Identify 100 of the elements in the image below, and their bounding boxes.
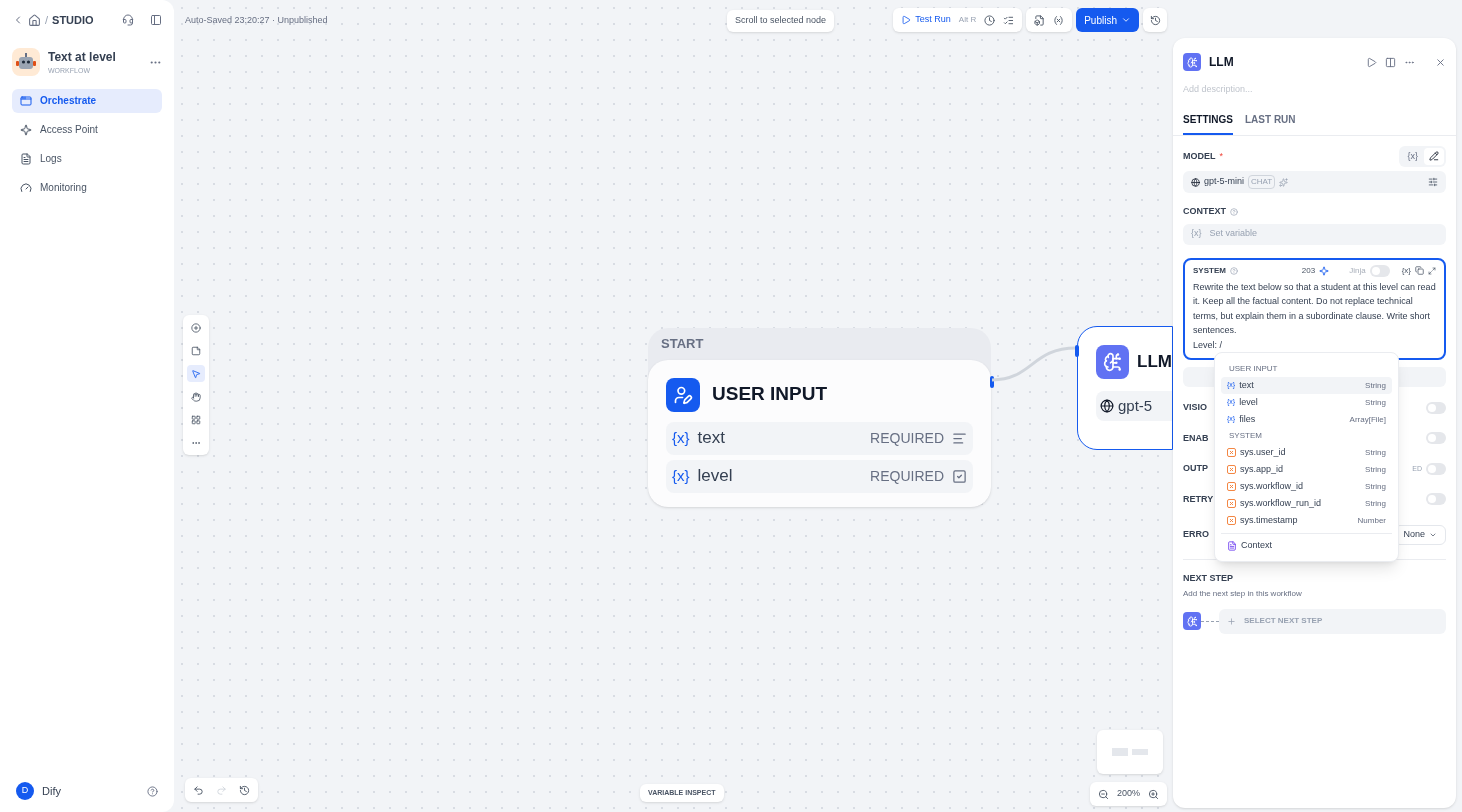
toggle-switch[interactable] (1426, 493, 1446, 506)
system-variable-icon (1227, 516, 1236, 525)
system-variable-icon (1227, 499, 1236, 508)
toggle-switch[interactable] (1369, 264, 1390, 277)
nav-item[interactable]: Logs (12, 146, 162, 171)
app-name: Text at level (48, 49, 117, 66)
chevron-down-icon (1121, 15, 1131, 25)
pencil-icon (1429, 150, 1439, 161)
tab[interactable]: LAST RUN (1245, 111, 1296, 135)
variable-icon: {x} (1191, 227, 1202, 241)
menu-item[interactable]: sys.app_id String (1221, 461, 1392, 478)
help-icon[interactable] (147, 785, 158, 797)
section-label: NEXT STEP (1182, 572, 1234, 585)
section-label: OUTP (1183, 462, 1208, 475)
publish-button[interactable]: Publish (1076, 8, 1139, 32)
brain-icon (1096, 345, 1130, 379)
node-handle[interactable] (1075, 345, 1079, 357)
menu-item[interactable]: sys.workflow_run_id String (1221, 495, 1392, 512)
split-view-icon[interactable] (1385, 56, 1396, 68)
help-icon (1230, 207, 1238, 216)
menu-item[interactable]: sys.user_id String (1221, 444, 1392, 461)
model-tag: CHAT (1248, 175, 1276, 189)
scroll-to-node-button[interactable]: Scroll to selected node (727, 10, 835, 32)
expand-icon[interactable] (1428, 266, 1436, 275)
history-icon[interactable] (239, 784, 250, 796)
panel-title: LLM (1209, 54, 1235, 71)
node-header: START (660, 335, 705, 353)
variable-name: text (1239, 378, 1255, 392)
llm-node[interactable]: LLM gpt-5 (1077, 326, 1173, 450)
toggle-switch[interactable] (1426, 462, 1446, 475)
breadcrumb-label[interactable]: STUDIO (52, 11, 94, 29)
section-label: ERRO (1183, 528, 1209, 542)
variable-icon[interactable] (1053, 14, 1065, 26)
variable-type: String (1365, 497, 1386, 510)
variable-name: sys.app_id (1240, 462, 1285, 476)
test-run-button[interactable]: Test Run (901, 13, 951, 27)
nav-item[interactable]: Monitoring (12, 175, 162, 200)
variable-name: sys.user_id (1240, 445, 1287, 459)
variable-type: String (1365, 446, 1386, 459)
minimap (1097, 730, 1163, 774)
sparkle-icon[interactable] (1319, 265, 1330, 276)
toggle-switch[interactable] (1426, 401, 1446, 414)
jinja-label: Jinja (1349, 264, 1366, 277)
variable-name: sys.workflow_run_id (1240, 496, 1323, 510)
system-prompt-editor[interactable] (1183, 257, 1446, 360)
logs-icon (20, 152, 32, 165)
required-mark: * (1219, 149, 1224, 163)
model-provider-icon (1191, 177, 1200, 187)
collapse-sidebar-icon[interactable] (150, 14, 162, 26)
model-selector[interactable]: gpt-5-mini CHAT (1183, 171, 1446, 193)
menu-item[interactable]: sys.timestamp Number (1221, 512, 1392, 529)
run-icon[interactable] (1366, 56, 1377, 68)
edit-toggle[interactable] (1424, 147, 1444, 165)
variable-icon: {x} (672, 464, 690, 488)
variable-name: sys.timestamp (1240, 513, 1299, 527)
nav-item[interactable]: Orchestrate (12, 88, 162, 113)
section-label: VISIO (1183, 401, 1207, 414)
user-avatar[interactable]: D (16, 782, 34, 800)
insert-variable-button[interactable]: {x} (1401, 264, 1411, 277)
undo-icon[interactable] (193, 784, 204, 796)
separator: / (45, 12, 49, 28)
brain-icon (1183, 612, 1201, 630)
nav-item[interactable]: Access Point (12, 117, 162, 142)
tab[interactable]: SETTINGS (1183, 111, 1233, 135)
zoom-out-icon[interactable] (1097, 788, 1109, 800)
clock-icon[interactable] (984, 14, 996, 26)
variable-type: String (1365, 463, 1386, 476)
copy-icon[interactable] (1415, 266, 1424, 275)
section-label: RETRY (1183, 492, 1214, 506)
checklist-icon[interactable] (1003, 14, 1015, 26)
node-handle[interactable] (990, 376, 994, 388)
start-node[interactable]: START USER INPUT {x} text REQUIRED {x} level REQUIRED (648, 328, 991, 507)
menu-group-title: SYSTEM (1228, 430, 1263, 442)
required-label: REQUIRED (870, 466, 944, 486)
menu-item[interactable]: sys.workflow_id String (1221, 478, 1392, 495)
system-variable-icon (1227, 465, 1236, 474)
support-icon[interactable] (122, 14, 134, 26)
chevron-down-icon (1429, 531, 1437, 539)
variable-name: level (1239, 395, 1259, 409)
help-icon (1229, 266, 1238, 275)
zoom-in-icon[interactable] (1148, 788, 1159, 800)
robot-icon (16, 53, 36, 72)
toggle-switch[interactable] (1426, 432, 1446, 445)
close-icon[interactable] (1435, 56, 1446, 68)
character-count: 203 (1301, 264, 1316, 277)
node-title: LLM (1137, 351, 1172, 374)
zoom-level[interactable]: 200% (1116, 787, 1140, 801)
brain-icon (1183, 53, 1201, 71)
variable-name: sys.workflow_id (1240, 479, 1305, 493)
history-button[interactable] (1143, 8, 1167, 32)
pointer-tool-icon[interactable] (187, 365, 205, 382)
context-option[interactable]: Context (1241, 539, 1273, 553)
history-icon (1149, 14, 1161, 26)
required-label: REQUIRED (870, 428, 944, 448)
home-icon[interactable] (28, 13, 41, 27)
parameters-icon[interactable] (1428, 177, 1438, 187)
variable-name: files (1239, 412, 1257, 426)
user-name: Dify (42, 783, 62, 799)
section-label: SYSTEM (1193, 264, 1226, 277)
variable-icon: {x} (672, 426, 690, 450)
